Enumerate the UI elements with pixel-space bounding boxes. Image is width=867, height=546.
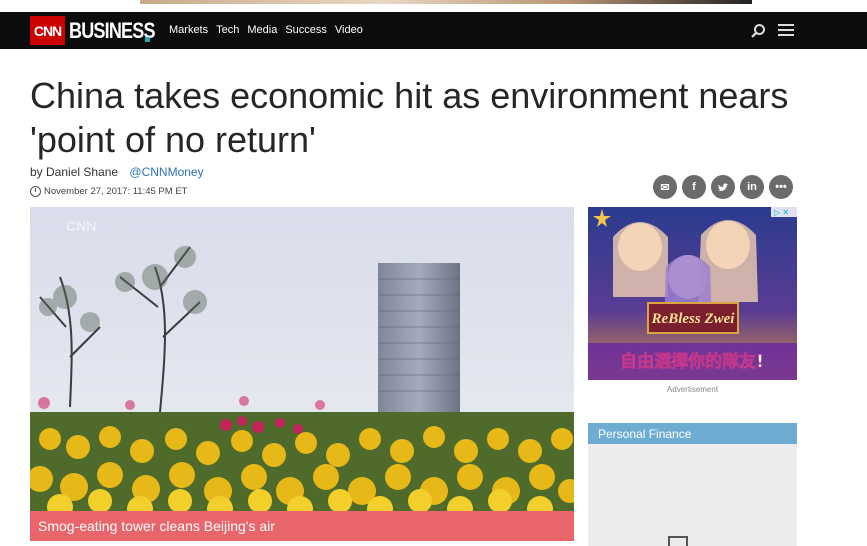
personal-finance-panel [588,444,797,546]
business-logo[interactable]: BUSINESS [69,18,156,44]
adchoices-icon: ▷ ✕ [774,208,789,217]
nav-link-video[interactable]: Video [335,24,363,36]
linkedin-icon[interactable]: in [740,175,764,199]
ad-subtitle: 自由選擇你的隊友! [620,351,764,372]
nav-links: Markets Tech Media Success Video [169,24,363,36]
ad-label: Advertisement [666,385,719,394]
gas-pump-icon [668,536,688,546]
nav-link-markets[interactable]: Markets [169,24,208,36]
search-icon[interactable] [750,23,766,39]
hamburger-menu-icon[interactable] [778,24,794,38]
video-caption-bar[interactable]: Smog-eating tower cleans Beijing's air [30,511,574,541]
section-header-personal-finance[interactable]: Personal Finance [588,423,797,444]
video-player[interactable]: CNN [30,207,574,541]
nav-link-success[interactable]: Success [285,24,327,36]
ad-title: ReBless Zwei [651,311,736,327]
publish-date: November 27, 2017: 11:45 PM ET [44,186,188,197]
top-nav: CNN BUSINESS Markets Tech Media Success … [0,12,867,49]
nav-link-tech[interactable]: Tech [216,24,239,36]
author-handle-link[interactable]: @CNNMoney [129,165,203,179]
ad-banner[interactable]: ReBless Zwei 自由選擇你的隊友! ▷ ✕ [588,207,797,380]
dateline: November 27, 2017: 11:45 PM ET [30,186,187,197]
author-name: by Daniel Shane [30,165,119,179]
share-bar: ✉ f in ••• [653,175,793,199]
top-ad-strip [0,0,867,12]
article-headline: China takes economic hit as environment … [30,75,789,160]
video-thumbnail: CNN [30,207,574,541]
top-ad-banner[interactable] [140,0,752,4]
facebook-icon[interactable]: f [682,175,706,199]
email-icon[interactable]: ✉ [653,175,677,199]
section-title: Personal Finance [598,427,692,441]
twitter-icon[interactable] [711,175,735,199]
nav-link-media[interactable]: Media [247,24,277,36]
byline: by Daniel Shane @CNNMoney [30,165,204,179]
video-watermark: CNN [66,218,96,234]
ad-artwork: ReBless Zwei 自由選擇你的隊友! ▷ ✕ [588,207,797,380]
video-caption: Smog-eating tower cleans Beijing's air [38,518,275,534]
more-icon[interactable]: ••• [769,175,793,199]
cnn-logo[interactable]: CNN [30,16,65,45]
logo-accent-dot [145,37,150,42]
clock-icon [30,186,41,197]
